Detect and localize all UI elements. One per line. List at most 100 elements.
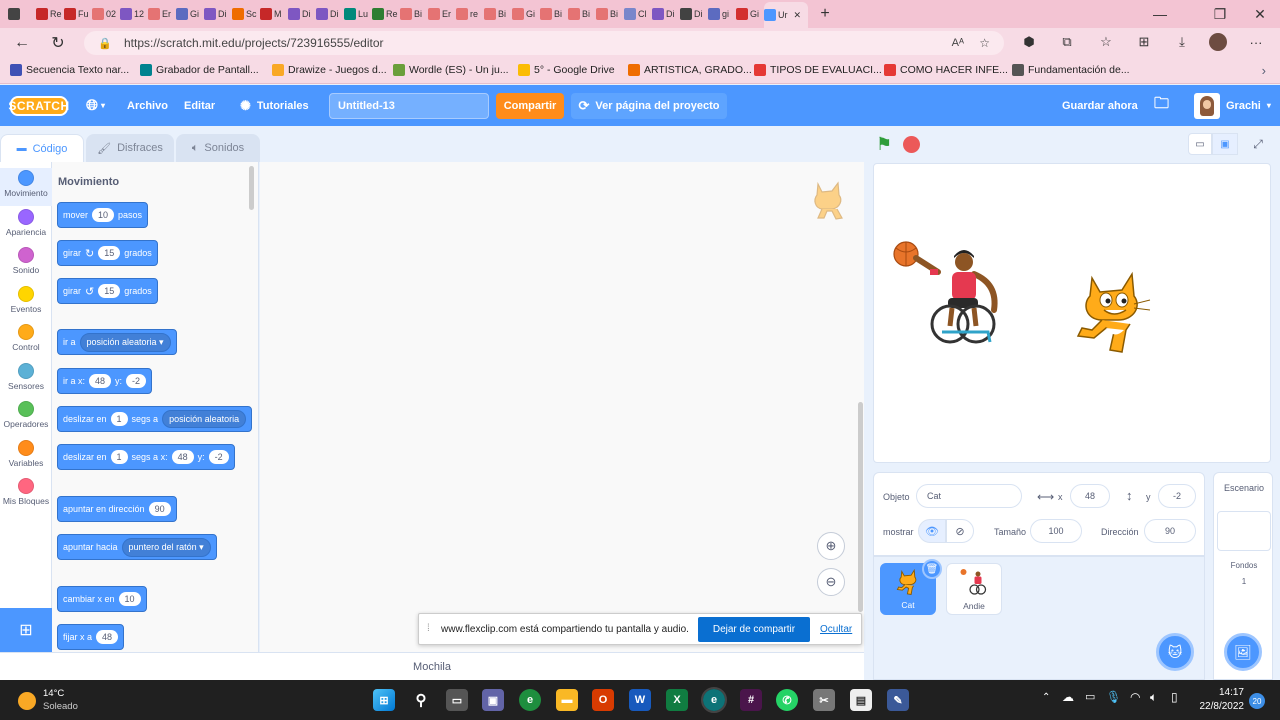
- bookmark-item[interactable]: COMO HACER INFE...: [884, 64, 1008, 76]
- category-variables[interactable]: Variables: [0, 438, 52, 476]
- tab-code[interactable]: ▬ Código: [0, 134, 84, 162]
- browser-tab[interactable]: M: [260, 3, 286, 25]
- sprite-name-input[interactable]: Cat: [916, 484, 1022, 508]
- browser-tab[interactable]: Er: [428, 3, 454, 25]
- microphone-icon[interactable]: 🎙︎: [1106, 690, 1121, 704]
- bookmark-item[interactable]: TIPOS DE EVALUACI...: [754, 64, 882, 76]
- browser-tab[interactable]: Sc: [232, 3, 258, 25]
- extension-icon[interactable]: ⬢: [1020, 33, 1038, 51]
- volume-icon[interactable]: 🔈︎: [1150, 690, 1157, 705]
- add-extension-button[interactable]: ⊞: [0, 608, 52, 652]
- browser-tab[interactable]: [8, 3, 34, 25]
- bookmark-item[interactable]: Secuencia Texto nar...: [10, 64, 129, 76]
- palette-scrollbar[interactable]: [249, 166, 254, 210]
- snipping-tool-icon[interactable]: ✂: [813, 689, 835, 711]
- backpack-bar[interactable]: Mochila: [0, 652, 864, 680]
- browser-tab[interactable]: Bi: [484, 3, 510, 25]
- stop-sharing-button[interactable]: Dejar de compartir: [698, 617, 810, 642]
- minimize-icon[interactable]: —: [1140, 0, 1180, 28]
- tab-sounds[interactable]: 🔈︎ Sonidos: [176, 134, 260, 162]
- y-position-input[interactable]: -2: [1158, 484, 1196, 508]
- my-stuff-folder-icon[interactable]: 🗀: [1154, 85, 1169, 126]
- x-position-input[interactable]: 48: [1070, 484, 1110, 508]
- paint-icon[interactable]: ✎: [887, 689, 909, 711]
- block-turn-right[interactable]: girar ↻ 15 grados: [57, 240, 158, 266]
- profile-avatar[interactable]: [1209, 33, 1227, 51]
- browser-tab[interactable]: Gi: [176, 3, 202, 25]
- block-goto[interactable]: ir a posición aleatoria ▾: [57, 329, 177, 355]
- slack-icon[interactable]: #: [740, 689, 762, 711]
- choose-backdrop-button[interactable]: 🖼︎: [1224, 633, 1262, 671]
- edge-active-icon[interactable]: e: [701, 687, 727, 713]
- task-view-icon[interactable]: ▭: [446, 689, 468, 711]
- back-arrow-icon[interactable]: ←: [8, 29, 36, 57]
- puzzle-icon[interactable]: ⧉: [1058, 33, 1076, 51]
- clock-date[interactable]: 22/8/2022: [1194, 701, 1245, 712]
- browser-tab[interactable]: Bi: [540, 3, 566, 25]
- browser-tab[interactable]: gi: [708, 3, 734, 25]
- browser-tab[interactable]: re: [456, 3, 482, 25]
- whatsapp-icon[interactable]: ✆: [776, 689, 798, 711]
- category-apariencia[interactable]: Apariencia: [0, 207, 52, 245]
- close-tab-icon[interactable]: ✕: [794, 10, 802, 21]
- browser-tab[interactable]: Bi: [596, 3, 622, 25]
- project-title-input[interactable]: [329, 93, 489, 119]
- zoom-in-icon[interactable]: ⊕: [817, 532, 845, 560]
- code-workspace[interactable]: ⊕ ⊖: [260, 162, 864, 652]
- chevron-right-icon[interactable]: ›: [1262, 63, 1266, 78]
- maximize-icon[interactable]: ❐: [1200, 0, 1240, 28]
- browser-tab[interactable]: Gi: [512, 3, 538, 25]
- drag-handle-icon[interactable]: ⁞: [427, 623, 430, 634]
- cat-sprite[interactable]: [1070, 270, 1154, 360]
- browser-tab[interactable]: Cl: [624, 3, 650, 25]
- browser-tab-active[interactable]: Ur ✕: [764, 2, 808, 28]
- tab-costumes[interactable]: 🖌︎ Disfraces: [86, 134, 174, 162]
- user-menu[interactable]: Grachi ▾: [1194, 85, 1271, 126]
- new-tab-button[interactable]: +: [810, 3, 840, 25]
- more-icon[interactable]: ···: [1247, 33, 1265, 51]
- browser-tab[interactable]: Bi: [568, 3, 594, 25]
- browser-tab[interactable]: Di: [204, 3, 230, 25]
- chat-icon[interactable]: ▣: [482, 689, 504, 711]
- block-turn-left[interactable]: girar ↺ 15 grados: [57, 278, 158, 304]
- menu-archivo[interactable]: Archivo: [127, 85, 168, 126]
- andie-sprite[interactable]: [890, 238, 1006, 350]
- bookmark-item[interactable]: 5° - Google Drive: [518, 64, 615, 76]
- office-icon[interactable]: O: [592, 689, 614, 711]
- hide-link[interactable]: Ocultar: [820, 624, 852, 635]
- category-operadores[interactable]: Operadores: [0, 399, 52, 437]
- browser-tab[interactable]: Di: [680, 3, 706, 25]
- language-menu[interactable]: 🌐︎ ▾: [86, 85, 105, 126]
- download-icon[interactable]: ⤓: [1173, 33, 1191, 51]
- zoom-out-icon[interactable]: ⊖: [817, 568, 845, 596]
- word-icon[interactable]: W: [629, 689, 651, 711]
- block-point-direction[interactable]: apuntar en dirección 90: [57, 496, 177, 522]
- url-bar[interactable]: 🔒 https://scratch.mit.edu/projects/72391…: [84, 31, 1004, 55]
- menu-tutoriales[interactable]: ✺ Tutoriales: [240, 85, 309, 126]
- search-icon[interactable]: ⚲: [410, 689, 432, 711]
- block-glide[interactable]: deslizar en 1 segs a posición aleatoria: [57, 406, 253, 432]
- browser-tab[interactable]: Fu: [64, 3, 90, 25]
- wifi-icon[interactable]: ◠: [1130, 690, 1140, 704]
- menu-editar[interactable]: Editar: [184, 85, 215, 126]
- excel-icon[interactable]: X: [666, 689, 688, 711]
- read-aloud-icon[interactable]: Aᴬ: [952, 37, 964, 49]
- collections-icon[interactable]: ⊞: [1135, 33, 1153, 51]
- bookmark-item[interactable]: ARTISTICA, GRADO...: [628, 64, 752, 76]
- show-eye-icon[interactable]: 👁︎: [918, 519, 946, 543]
- category-movimiento[interactable]: Movimiento: [0, 168, 52, 206]
- category-sensores[interactable]: Sensores: [0, 361, 52, 399]
- save-now-button[interactable]: Guardar ahora: [1062, 85, 1138, 126]
- choose-sprite-button[interactable]: 🐱︎: [1156, 633, 1194, 671]
- small-stage-icon[interactable]: ▭: [1188, 133, 1212, 155]
- bookmark-item[interactable]: Grabador de Pantall...: [140, 64, 259, 76]
- cloud-icon[interactable]: ☁: [1062, 690, 1074, 704]
- fullscreen-icon[interactable]: ⤢: [1246, 133, 1270, 155]
- category-mis-bloques[interactable]: Mis Bloques: [0, 476, 52, 514]
- direction-input[interactable]: 90: [1144, 519, 1196, 543]
- favorite-star-icon[interactable]: ☆: [979, 36, 990, 50]
- browser-tab[interactable]: Re: [36, 3, 62, 25]
- stage-canvas[interactable]: [873, 163, 1271, 463]
- chevron-up-icon[interactable]: ⌃: [1042, 692, 1050, 703]
- delete-sprite-trash-icon[interactable]: 🗑︎: [922, 559, 942, 579]
